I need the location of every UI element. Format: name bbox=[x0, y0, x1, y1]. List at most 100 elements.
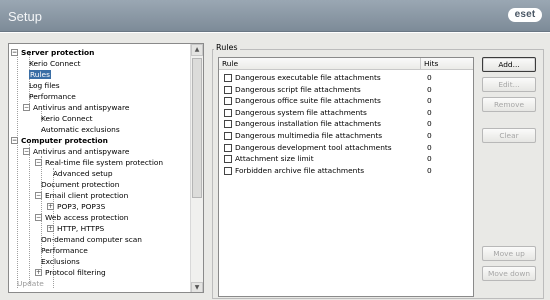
table-row[interactable]: Dangerous executable file attachments 0 bbox=[219, 72, 473, 84]
tree-item-label: Rules bbox=[29, 70, 51, 79]
rule-checkbox[interactable] bbox=[224, 108, 232, 117]
tree-item[interactable]: Document protection bbox=[41, 179, 119, 190]
rules-table: Rule Hits Dangerous executable file atta… bbox=[218, 57, 474, 297]
tree-item[interactable]: Log files bbox=[29, 80, 60, 91]
rule-hits: 0 bbox=[427, 119, 432, 129]
add-button[interactable]: Add... bbox=[482, 57, 536, 72]
rule-name: Forbidden archive file attachments bbox=[235, 165, 365, 175]
tree-item[interactable]: + Protocol filtering bbox=[35, 267, 106, 278]
table-row[interactable]: Dangerous script file attachments 0 bbox=[219, 84, 473, 96]
setup-content: − Server protection Kerio Connect Rules Log … bbox=[0, 33, 550, 300]
table-row[interactable]: Forbidden archive file attachments 0 bbox=[219, 165, 473, 177]
tree-item[interactable]: Kerio Connect bbox=[29, 58, 81, 69]
tree-item-label: Computer protection bbox=[21, 136, 108, 145]
tree-item-label: Antivirus and antispyware bbox=[33, 103, 130, 112]
rule-hits: 0 bbox=[427, 73, 432, 82]
collapse-icon[interactable]: − bbox=[11, 49, 18, 56]
setup-tree: − Server protection Kerio Connect Rules Log … bbox=[8, 43, 204, 293]
rule-checkbox[interactable] bbox=[224, 85, 232, 94]
rules-table-header: Rule Hits bbox=[219, 58, 473, 70]
tree-item[interactable]: − Email client protection bbox=[35, 190, 128, 201]
rule-checkbox[interactable] bbox=[224, 120, 232, 129]
table-row[interactable]: Dangerous multimedia file attachments 0 bbox=[219, 130, 473, 142]
rule-hits: 0 bbox=[427, 165, 432, 175]
expand-icon[interactable]: + bbox=[47, 225, 54, 232]
table-row[interactable]: Dangerous system file attachments 0 bbox=[219, 107, 473, 119]
rule-hits: 0 bbox=[427, 154, 432, 164]
tree-item[interactable]: + POP3, POP3S bbox=[47, 201, 105, 212]
tree-item-label: Advanced setup bbox=[53, 169, 113, 178]
rule-name: Dangerous development tool attachments bbox=[235, 142, 392, 152]
rule-checkbox[interactable] bbox=[224, 74, 232, 82]
scroll-down-arrow-icon[interactable]: ▼ bbox=[191, 282, 203, 292]
brand-logo: eset bbox=[508, 8, 542, 22]
tree-scrollbar[interactable]: ▲ ▼ bbox=[190, 44, 203, 292]
rule-hits: 0 bbox=[427, 96, 432, 106]
tree-items: − Server protection Kerio Connect Rules Log … bbox=[9, 44, 191, 292]
rule-checkbox[interactable] bbox=[224, 97, 232, 106]
scroll-thumb[interactable] bbox=[192, 58, 202, 198]
tree-item[interactable]: − Web access protection bbox=[35, 212, 128, 223]
move-down-button[interactable]: Move down bbox=[482, 266, 536, 281]
tree-item-label: Antivirus and antispyware bbox=[33, 147, 130, 156]
tree-item-label: Document protection bbox=[41, 180, 120, 189]
tree-item[interactable]: − Antivirus and antispyware bbox=[23, 146, 129, 157]
table-row[interactable]: Dangerous development tool attachments 0 bbox=[219, 142, 473, 154]
tree-item[interactable]: − Antivirus and antispyware bbox=[23, 102, 129, 113]
rule-checkbox[interactable] bbox=[224, 155, 232, 164]
tree-item-label: Log files bbox=[29, 81, 60, 90]
collapse-icon[interactable]: − bbox=[23, 104, 30, 111]
rule-hits: 0 bbox=[427, 107, 432, 117]
tree-item-label: Server protection bbox=[21, 48, 95, 57]
rule-checkbox[interactable] bbox=[224, 132, 232, 140]
clear-button[interactable]: Clear bbox=[482, 128, 536, 143]
tree-item[interactable]: − Server protection bbox=[11, 47, 94, 58]
rule-hits: 0 bbox=[427, 131, 432, 140]
collapse-icon[interactable]: − bbox=[35, 159, 42, 166]
tree-item[interactable]: Advanced setup bbox=[53, 168, 113, 179]
tree-item[interactable]: Performance bbox=[29, 91, 76, 102]
window-title: Setup bbox=[8, 9, 42, 24]
tree-item-label: Email client protection bbox=[45, 191, 129, 200]
column-header-rule[interactable]: Rule bbox=[219, 58, 421, 70]
tree-item[interactable]: − Real-time file system protection bbox=[35, 157, 163, 168]
rule-checkbox[interactable] bbox=[224, 143, 232, 152]
expand-icon[interactable]: + bbox=[47, 203, 54, 210]
tree-item[interactable]: Rules bbox=[29, 69, 51, 80]
collapse-icon[interactable]: − bbox=[11, 137, 18, 144]
remove-button[interactable]: Remove bbox=[482, 97, 536, 112]
rules-group-label: Rules bbox=[214, 43, 240, 52]
table-row[interactable]: Attachment size limit 0 bbox=[219, 153, 473, 165]
rule-name: Dangerous script file attachments bbox=[235, 84, 361, 94]
expand-icon[interactable]: + bbox=[35, 269, 42, 276]
tree-item[interactable]: Performance bbox=[41, 245, 88, 256]
tree-item[interactable]: − Computer protection bbox=[11, 135, 108, 146]
table-row[interactable]: Dangerous office suite file attachments 0 bbox=[219, 95, 473, 107]
tree-item[interactable]: Automatic exclusions bbox=[41, 124, 120, 135]
title-bar: Setup eset bbox=[0, 0, 550, 32]
column-header-hits[interactable]: Hits bbox=[421, 58, 473, 70]
move-up-button[interactable]: Move up bbox=[482, 246, 536, 261]
tree-item[interactable]: Exclusions bbox=[41, 256, 80, 267]
tree-item[interactable]: + HTTP, HTTPS bbox=[47, 223, 104, 234]
rule-name: Dangerous executable file attachments bbox=[235, 73, 381, 82]
rule-name: Dangerous office suite file attachments bbox=[235, 96, 381, 106]
collapse-icon[interactable]: − bbox=[35, 192, 42, 199]
collapse-icon[interactable]: − bbox=[23, 148, 30, 155]
tree-item-label: POP3, POP3S bbox=[57, 202, 106, 211]
tree-item[interactable]: Kerio Connect bbox=[41, 113, 93, 124]
tree-item-label: Real-time file system protection bbox=[45, 158, 164, 167]
tree-item[interactable]: On-demand computer scan bbox=[41, 234, 142, 245]
tree-item[interactable]: Update bbox=[17, 278, 44, 289]
scroll-up-arrow-icon[interactable]: ▲ bbox=[191, 44, 203, 56]
rule-name: Dangerous system file attachments bbox=[235, 107, 367, 117]
tree-item-label: Exclusions bbox=[41, 257, 80, 266]
tree-item-label: Update bbox=[17, 279, 44, 288]
rule-hits: 0 bbox=[427, 142, 432, 152]
table-row[interactable]: Dangerous installation file attachments 0 bbox=[219, 118, 473, 130]
rule-name: Attachment size limit bbox=[235, 154, 314, 164]
rule-name: Dangerous multimedia file attachments bbox=[235, 131, 383, 140]
rule-checkbox[interactable] bbox=[224, 166, 232, 175]
collapse-icon[interactable]: − bbox=[35, 214, 42, 221]
edit-button[interactable]: Edit... bbox=[482, 77, 536, 92]
